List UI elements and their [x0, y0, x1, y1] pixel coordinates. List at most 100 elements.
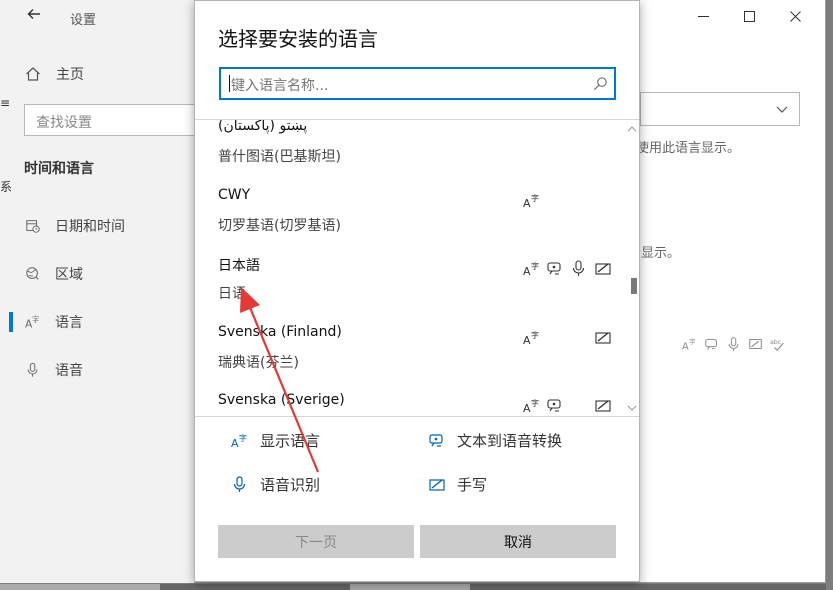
speech-recognition-icon: [728, 337, 739, 352]
taskbar: [0, 584, 826, 590]
sidebar-item-label: 主页: [56, 67, 84, 83]
handwriting-icon: [594, 396, 612, 414]
legend-text-to-speech: 文本到语音转换: [428, 429, 562, 451]
sidebar-item-home[interactable]: 主页: [24, 64, 84, 84]
legend-label: 显示语言: [260, 431, 321, 450]
cancel-button[interactable]: 取消: [420, 525, 616, 558]
taskbar-segment: [350, 584, 470, 590]
list-item[interactable]: CWY 切罗基语(切罗基语) A字: [218, 187, 618, 247]
chevron-down-icon: [776, 106, 788, 113]
svg-text:A: A: [523, 265, 531, 277]
search-icon: [594, 77, 607, 90]
maximize-button[interactable]: [726, 0, 772, 32]
language-search-input[interactable]: 键入语言名称...: [219, 67, 616, 100]
svg-text:字: 字: [531, 330, 539, 340]
legend-display-language: A字 显示语言: [231, 429, 320, 451]
date-time-icon: [24, 217, 42, 235]
svg-text:字: 字: [531, 398, 539, 408]
search-placeholder: 键入语言名称...: [231, 78, 329, 94]
svg-text:字: 字: [689, 338, 695, 346]
sidebar-item-label: 语言: [55, 315, 83, 331]
language-native-name: Svenska (Finland): [218, 324, 342, 340]
region-icon: [24, 265, 42, 283]
background-text: 使用此语言显示。: [636, 141, 741, 156]
minimize-button[interactable]: [680, 0, 726, 32]
svg-text:字: 字: [531, 261, 539, 271]
sidebar-item-region[interactable]: 区域: [24, 262, 83, 286]
language-list[interactable]: پښتو (پاکستان) 普什图语(巴基斯坦) CWY 切罗基语(切罗基语)…: [195, 119, 639, 417]
language-icon: A字: [24, 313, 42, 331]
list-scrollbar[interactable]: [625, 120, 639, 416]
maximize-icon: [743, 10, 755, 22]
legend-handwriting: 手写: [428, 473, 487, 495]
language-native-name: 日本語: [218, 258, 260, 274]
svg-text:abc: abc: [770, 339, 782, 346]
app-title: 设置: [70, 13, 97, 28]
speech-recognition-icon: [570, 259, 588, 277]
svg-text:字: 字: [531, 193, 539, 203]
svg-text:字: 字: [32, 315, 39, 324]
language-dropdown[interactable]: [640, 92, 800, 126]
text-to-speech-icon: [546, 259, 564, 277]
language-native-name: پښتو (پاکستان): [218, 119, 308, 134]
legend-speech-recognition: 语音识别: [231, 473, 320, 495]
sidebar-item-label: 区域: [55, 267, 83, 283]
close-icon: [789, 10, 801, 22]
language-localized-name: 日语: [218, 286, 246, 302]
sidebar: [9, 0, 194, 583]
list-item[interactable]: 日本語 日语 A字: [218, 255, 618, 315]
sidebar-item-speech[interactable]: 语音: [24, 358, 83, 382]
svg-text:A: A: [682, 341, 689, 352]
scroll-down-icon[interactable]: [627, 403, 637, 413]
spell-check-icon: abc: [770, 339, 784, 352]
stray-glyph: ≡: [0, 96, 11, 110]
legend-label: 语音识别: [260, 475, 321, 494]
legend-label: 手写: [457, 475, 488, 494]
handwriting-icon: [428, 475, 446, 493]
language-localized-name: 瑞典语(芬兰): [218, 355, 299, 371]
display-language-icon: A字: [682, 338, 695, 352]
close-button[interactable]: [772, 0, 818, 32]
handwriting-icon: [594, 259, 612, 277]
active-indicator: [9, 312, 13, 332]
minimize-icon: [697, 15, 709, 17]
speech-recognition-icon: [231, 475, 249, 493]
microphone-icon: [24, 361, 42, 379]
display-language-icon: A字: [523, 328, 541, 347]
svg-text:字: 字: [239, 433, 247, 443]
list-item[interactable]: Svenska (Sverige) A字: [218, 392, 618, 416]
sidebar-item-label: 日期和时间: [55, 219, 125, 235]
display-language-icon: A字: [523, 259, 541, 278]
dialog-title: 选择要安装的语言: [218, 27, 378, 51]
sidebar-item-date-time[interactable]: 日期和时间: [24, 214, 125, 238]
home-icon: [26, 67, 40, 81]
back-button[interactable]: [22, 6, 46, 28]
display-language-icon: A字: [523, 191, 541, 210]
text-to-speech-icon: [705, 339, 717, 350]
scroll-up-icon[interactable]: [627, 124, 637, 134]
text-caret: [229, 75, 230, 92]
back-arrow-icon: [27, 9, 40, 19]
language-localized-name: 普什图语(巴基斯坦): [218, 149, 341, 165]
language-install-dialog: 选择要安装的语言 键入语言名称... پښتو (پاکستان) 普什图语(巴…: [194, 0, 640, 582]
sidebar-item-language[interactable]: A字 语言: [24, 310, 83, 334]
display-language-icon: A字: [231, 431, 249, 450]
stray-glyph: 系: [0, 180, 13, 194]
handwriting-icon: [594, 328, 612, 346]
search-placeholder: 查找设置: [36, 115, 92, 131]
settings-search-input[interactable]: 查找设置: [24, 104, 196, 136]
taskbar-segment: [0, 584, 160, 590]
handwriting-icon: [749, 339, 762, 349]
list-item[interactable]: پښتو (پاکستان) 普什图语(巴基斯坦): [218, 119, 618, 178]
left-edge: [0, 0, 9, 583]
scroll-thumb[interactable]: [631, 278, 637, 294]
language-localized-name: 切罗基语(切罗基语): [218, 218, 341, 234]
sidebar-item-label: 语音: [55, 363, 83, 379]
next-button[interactable]: 下一页: [218, 525, 414, 558]
svg-text:A: A: [523, 334, 531, 346]
list-item[interactable]: Svenska (Finland) 瑞典语(芬兰) A字: [218, 324, 618, 384]
section-title: 时间和语言: [24, 161, 94, 177]
svg-text:A: A: [231, 437, 239, 449]
language-native-name: Svenska (Sverige): [218, 392, 345, 408]
window-controls: [680, 0, 818, 32]
